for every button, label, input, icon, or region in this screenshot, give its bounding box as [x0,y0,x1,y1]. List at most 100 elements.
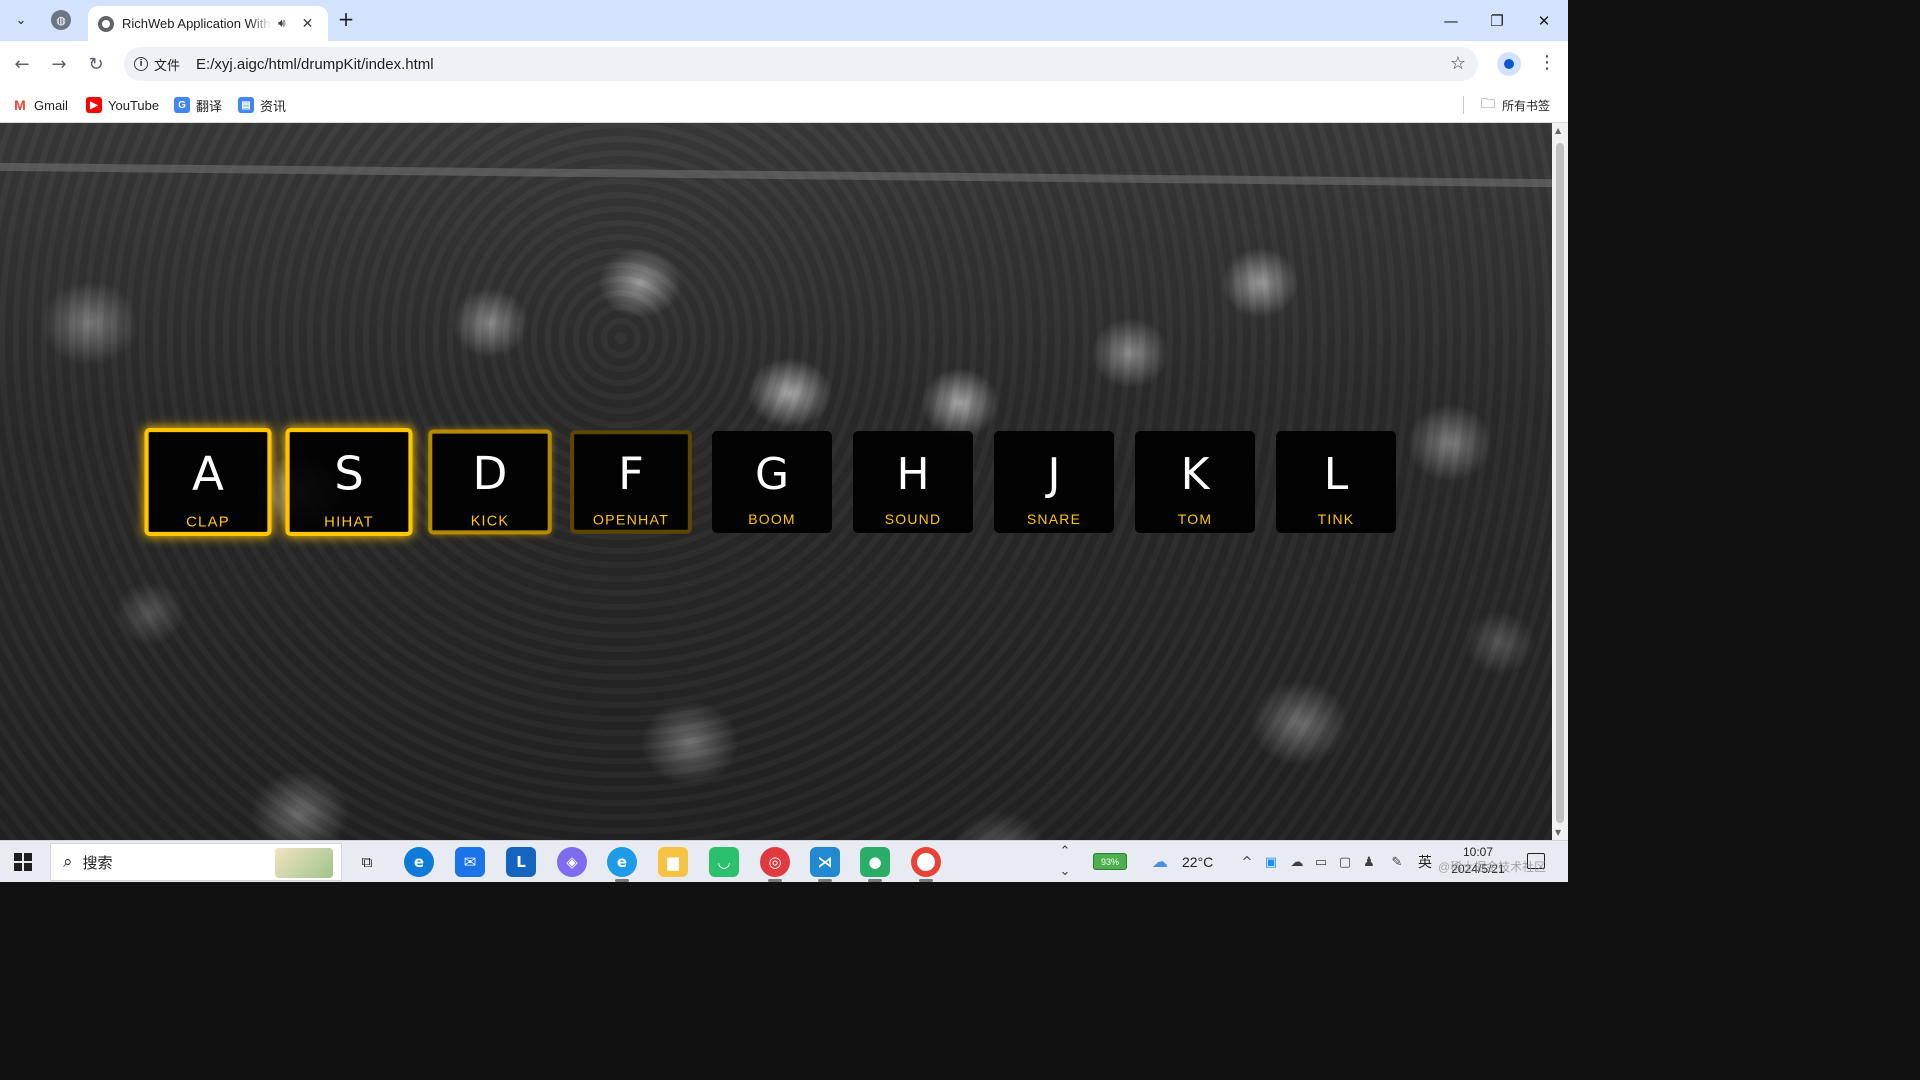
key-letter: G [754,449,790,500]
bookmark-label: Gmail [34,97,68,113]
weather-cloud-icon[interactable]: ☁ [1152,852,1168,871]
browser-tab-active[interactable]: RichWeb Application With Sound 🔊︎ ✕ [88,6,328,41]
page-viewport: A CLAP S HIHAT D KICK F OPENHAT G BOOM H SOUND J SNAR… [0,123,1552,840]
copilot-icon[interactable]: ◈ [557,847,587,877]
tab-title: RichWeb Application With Sound [122,16,272,31]
vertical-scrollbar[interactable]: ▲ ▼ [1552,123,1568,840]
key-sound-label: SOUND [884,511,942,527]
drum-key-s[interactable]: S HIHAT [285,427,413,537]
speaker-icon[interactable]: 🔊︎ [278,16,286,31]
profile-avatar-icon[interactable] [1497,52,1521,76]
windows-taskbar: ⌕ 搜索 ⧉ e ✉ L ◈ e ▆ ◡ ◎ ⋊ ● ⌃ ⌄ 93% ☁ 22°… [0,840,1568,882]
key-letter: S [334,447,364,502]
file-scheme-label: 文件 [154,58,181,74]
translate-icon: G [174,97,190,113]
search-icon: ⌕ [63,852,73,872]
site-info-icon[interactable]: i [134,57,148,71]
show-hidden-icons-chevron-icon[interactable]: ^ [1239,854,1255,870]
all-bookmarks-button[interactable]: 🗀︎ 所有书签 [1480,95,1550,115]
bookmark-news[interactable]: ▤ 资讯 [238,95,286,115]
drum-key-g[interactable]: G BOOM [712,431,832,533]
tray-scroll-up-icon[interactable]: ⌃ [1057,843,1073,859]
bookmark-label: 资讯 [260,98,287,114]
taskbar-search-box[interactable]: ⌕ 搜索 [50,843,342,881]
drum-key-k[interactable]: K TOM [1135,431,1255,533]
key-letter: K [1180,449,1210,500]
tab-search-chevron-icon[interactable]: ⌄ [9,8,33,32]
drum-keys-row: A CLAP S HIHAT D KICK F OPENHAT G BOOM H SOUND J SNAR… [144,427,1406,543]
drum-key-l[interactable]: L TINK [1276,431,1396,533]
bookmark-gmail[interactable]: M Gmail [12,95,68,115]
drum-key-h[interactable]: H SOUND [853,431,973,533]
scroll-up-arrow-icon[interactable]: ▲ [1555,126,1561,135]
key-sound-label: CLAP [186,512,230,530]
key-letter: F [618,448,644,501]
tab-close-icon[interactable]: ✕ [302,16,314,32]
chrome-icon[interactable] [911,847,941,882]
all-bookmarks-label: 所有书签 [1502,98,1551,113]
news-icon: ▤ [238,97,254,113]
drum-key-d[interactable]: D KICK [428,429,552,535]
display-icon[interactable]: ▢ [1337,854,1353,870]
window-close-icon[interactable]: ✕ [1521,0,1567,41]
ie-edge-legacy-icon[interactable]: e [607,847,637,882]
file-explorer-icon[interactable]: ▆ [658,847,688,877]
input-method-indicator[interactable]: 英 [1418,841,1432,883]
key-letter: D [472,448,508,501]
key-sound-label: KICK [470,511,510,529]
gmail-icon: M [14,97,26,113]
scrollbar-thumb[interactable] [1556,143,1564,823]
bookmark-translate[interactable]: G 翻译 [174,95,222,115]
new-tab-button[interactable]: + [336,8,356,32]
bookmarks-bar: M Gmail ▶ YouTube G 翻译 ▤ 资讯 🗀︎ 所有书签 [0,87,1568,123]
kebab-menu-icon[interactable]: ⋮ [1538,52,1556,73]
bookmark-youtube[interactable]: ▶ YouTube [86,95,159,115]
key-letter: L [1323,449,1349,500]
watermark-text: @稀土掘金技术社区 [1438,860,1547,874]
scroll-down-arrow-icon[interactable]: ▼ [1555,828,1561,837]
wechat-icon[interactable]: ● [860,847,890,882]
youtube-icon: ▶ [86,97,102,113]
tab-strip: ⌄ ◍ RichWeb Application With Sound 🔊︎ ✕ … [0,0,1568,41]
drum-key-a[interactable]: A CLAP [144,427,272,537]
pen-icon[interactable]: ✎ [1389,854,1405,870]
netease-music-icon[interactable]: ◎ [760,847,790,882]
bookmarks-divider [1463,96,1464,114]
task-view-icon[interactable]: ⧉ [352,847,382,877]
battery-indicator[interactable]: 93% [1093,853,1127,870]
tab-group-globe-icon[interactable]: ◍ [51,10,71,30]
key-letter: J [1047,449,1061,500]
search-placeholder: 搜索 [82,853,113,872]
weather-temperature[interactable]: 22°C [1182,841,1213,883]
url-text[interactable]: E:/xyj.aigc/html/drumpKit/index.html [196,56,434,73]
search-highlight-image [275,848,333,878]
key-sound-label: SNARE [1026,511,1082,527]
minimize-icon[interactable]: — [1428,0,1474,41]
mail-icon[interactable]: ✉ [455,847,485,877]
drum-key-j[interactable]: J SNARE [994,431,1114,533]
globe-favicon-icon [98,15,114,32]
bookmark-label: YouTube [108,97,160,113]
key-sound-label: TINK [1317,511,1355,527]
address-bar[interactable]: i 文件 E:/xyj.aigc/html/drumpKit/index.htm… [124,47,1478,81]
reload-icon[interactable]: ↻ [84,52,108,76]
lenovo-app-icon[interactable]: L [506,847,536,877]
onedrive-cloud-icon[interactable]: ☁ [1289,854,1305,870]
vscode-icon[interactable]: ⋊ [810,847,840,882]
tray-scroll-down-icon[interactable]: ⌄ [1057,863,1073,879]
battery-tray-icon[interactable]: ▭ [1313,854,1329,870]
qq-penguin-icon[interactable]: ♟ [1361,854,1377,870]
key-sound-label: HIHAT [324,512,374,530]
back-arrow-icon[interactable]: ← [10,52,34,76]
restore-icon[interactable]: ❐ [1474,0,1520,41]
store-bag-icon[interactable]: ◡ [709,847,739,877]
key-letter: A [192,447,224,502]
tray-app-icon[interactable]: ▣ [1263,854,1279,870]
edge-browser-icon[interactable]: e [404,847,434,877]
bookmark-star-icon[interactable]: ☆ [1450,53,1466,74]
drum-key-f[interactable]: F OPENHAT [570,430,692,534]
key-sound-label: OPENHAT [592,511,670,528]
bookmark-label: 翻译 [196,98,223,114]
forward-arrow-icon[interactable]: → [47,52,71,76]
windows-start-icon[interactable] [14,853,32,871]
